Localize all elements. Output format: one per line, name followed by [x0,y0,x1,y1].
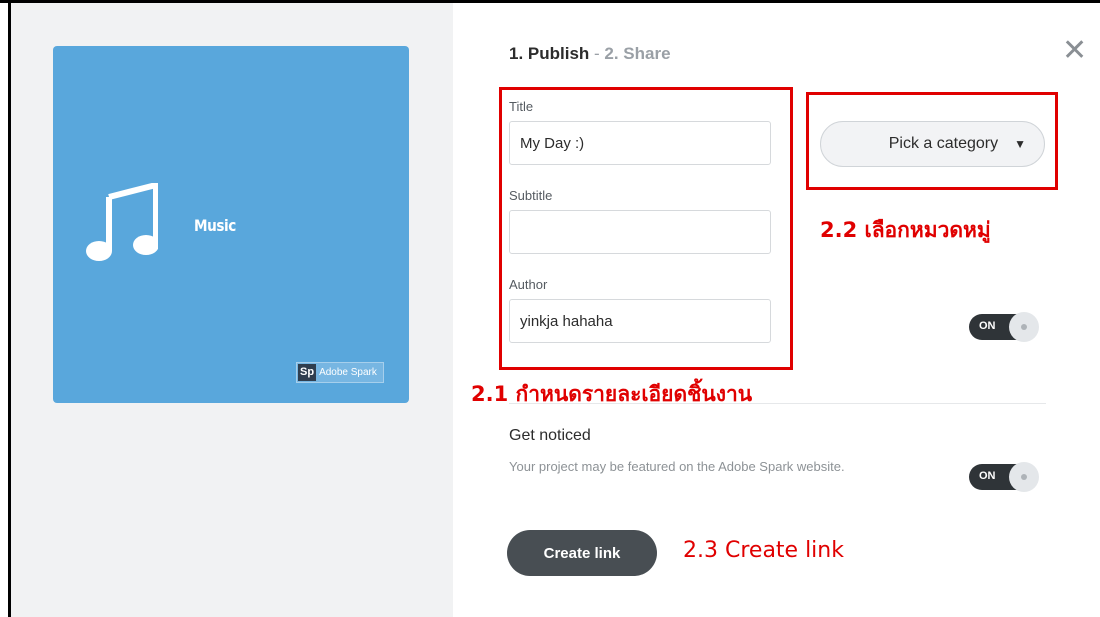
toggle-knob [1009,312,1039,342]
adobe-spark-badge: Sp Adobe Spark [296,362,384,383]
get-noticed-title: Get noticed [509,427,591,444]
annotation-details: 2.1 กำหนดรายละเอียดชิ้นงาน [471,382,753,406]
brand-text: Adobe Spark [319,367,377,378]
annotation-category: 2.2 เลือกหมวดหมู่ [820,218,991,242]
toggle-on-label: ON [979,470,996,482]
step-share[interactable]: 2. Share [604,44,670,63]
annotation-box-details [499,87,793,370]
step-separator: - [589,44,605,63]
step-header: 1. Publish - 2. Share [509,44,671,64]
step-publish[interactable]: 1. Publish [509,44,589,63]
spark-logo: Sp [298,364,317,381]
annotation-box-category [806,92,1058,190]
cover-card: Music Sp Adobe Spark [53,46,409,403]
music-note-icon [86,183,158,261]
toggle-knob [1009,462,1039,492]
cover-title: Music [194,216,236,235]
get-noticed-description: Your project may be featured on the Adob… [509,459,845,474]
toggle-on-label: ON [979,320,996,332]
get-noticed-toggle[interactable]: ON [969,462,1045,492]
author-toggle[interactable]: ON [969,312,1045,342]
close-icon[interactable]: ✕ [1062,36,1087,66]
create-link-button[interactable]: Create link [507,530,657,576]
annotation-create-link: 2.3 Create link [683,538,844,563]
